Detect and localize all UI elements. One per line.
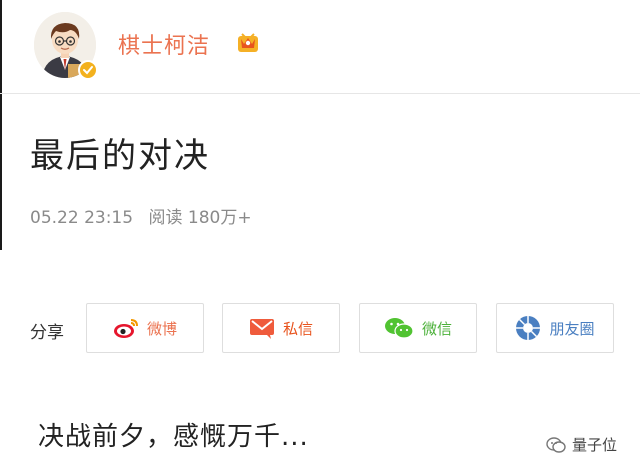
- watermark: 量子位: [546, 434, 617, 455]
- username[interactable]: 棋士柯洁: [118, 28, 210, 60]
- share-wechat-button[interactable]: 微信: [359, 303, 477, 353]
- post-body-text: 决战前夕，感慨万千...: [38, 422, 309, 452]
- share-private-message-label: 私信: [282, 319, 313, 338]
- verified-badge-icon: [78, 60, 98, 80]
- share-label: 分享: [30, 323, 64, 343]
- avatar[interactable]: [34, 12, 98, 80]
- share-moments-button[interactable]: 朋友圈: [496, 303, 614, 353]
- wechat-logo-icon: [546, 436, 566, 453]
- post-date: 05.22 23:15: [30, 208, 134, 228]
- wechat-icon: [384, 318, 414, 339]
- crown-badge-icon: [236, 30, 260, 54]
- share-private-message-button[interactable]: 私信: [222, 303, 340, 353]
- moments-icon: [516, 316, 541, 340]
- view-count: 阅读 180万+: [148, 208, 252, 228]
- share-wechat-label: 微信: [421, 319, 452, 338]
- share-weibo-label: 微博: [146, 319, 177, 338]
- share-weibo-button[interactable]: 微博: [86, 303, 204, 353]
- post-title: 最后的对决: [30, 136, 210, 176]
- weibo-icon: [113, 319, 138, 338]
- post-meta: 05.22 23:15 阅读 180万+: [30, 203, 262, 228]
- share-moments-label: 朋友圈: [549, 319, 595, 338]
- post-header: 棋士柯洁: [0, 0, 640, 94]
- mail-icon: [249, 319, 274, 339]
- watermark-text: 量子位: [572, 436, 618, 454]
